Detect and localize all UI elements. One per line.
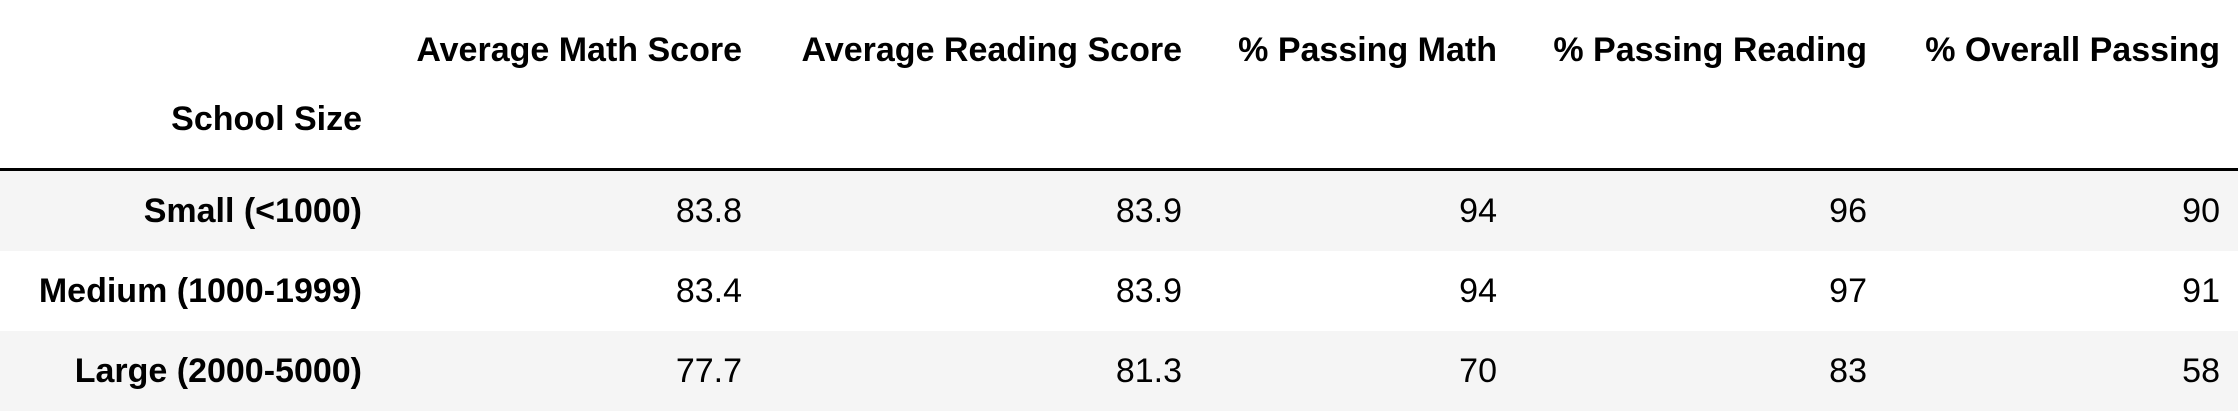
index-row-blank-cell [760,100,1200,171]
cell-overall-passing: 58 [2182,351,2220,390]
table-row: Large (2000-5000) 77.7 81.3 70 83 58 [0,331,2238,411]
column-header-passing-reading: % Passing Reading [1553,30,1867,69]
school-size-summary-table: Average Math Score Average Reading Score… [0,0,2238,411]
index-row-blank-cell [1885,100,2238,171]
table-row: Small (<1000) 83.8 83.9 94 96 90 [0,169,2238,251]
cell-passing-math: 94 [1459,271,1497,310]
cell-average-math-score: 83.8 [675,191,742,230]
cell-passing-reading: 83 [1829,351,1867,390]
dataframe-output: Average Math Score Average Reading Score… [0,0,2238,414]
column-header-average-reading-score: Average Reading Score [801,30,1182,69]
cell-average-reading-score: 83.9 [1115,271,1182,310]
table-body: Small (<1000) 83.8 83.9 94 96 90 Medium … [0,169,2238,411]
cell-average-reading-score: 81.3 [1115,351,1182,390]
cell-average-reading-score: 83.9 [1115,191,1182,230]
cell-passing-reading: 96 [1829,191,1867,230]
index-name-header: School Size [0,100,380,171]
cell-passing-math: 94 [1459,191,1497,230]
column-header-row: Average Math Score Average Reading Score… [0,0,2238,100]
cell-overall-passing: 90 [2182,191,2220,230]
index-row-blank-cell [380,100,760,171]
table-header: Average Math Score Average Reading Score… [0,0,2238,171]
cell-passing-math: 70 [1459,351,1497,390]
table-row: Medium (1000-1999) 83.4 83.9 94 97 91 [0,251,2238,331]
index-row-blank-cell [1200,100,1515,171]
row-index-label: Small (<1000) [143,191,362,230]
cell-overall-passing: 91 [2182,271,2220,310]
cell-average-math-score: 77.7 [675,351,742,390]
column-header-overall-passing: % Overall Passing [1925,30,2220,69]
cell-average-math-score: 83.4 [675,271,742,310]
row-index-label: Medium (1000-1999) [38,271,362,310]
column-header-average-math-score: Average Math Score [416,30,742,69]
index-header-blank [0,0,380,100]
index-row-blank-cell [1515,100,1885,171]
cell-passing-reading: 97 [1829,271,1867,310]
column-header-passing-math: % Passing Math [1238,30,1497,69]
index-name-row: School Size [0,100,2238,171]
row-index-label: Large (2000-5000) [74,351,362,390]
